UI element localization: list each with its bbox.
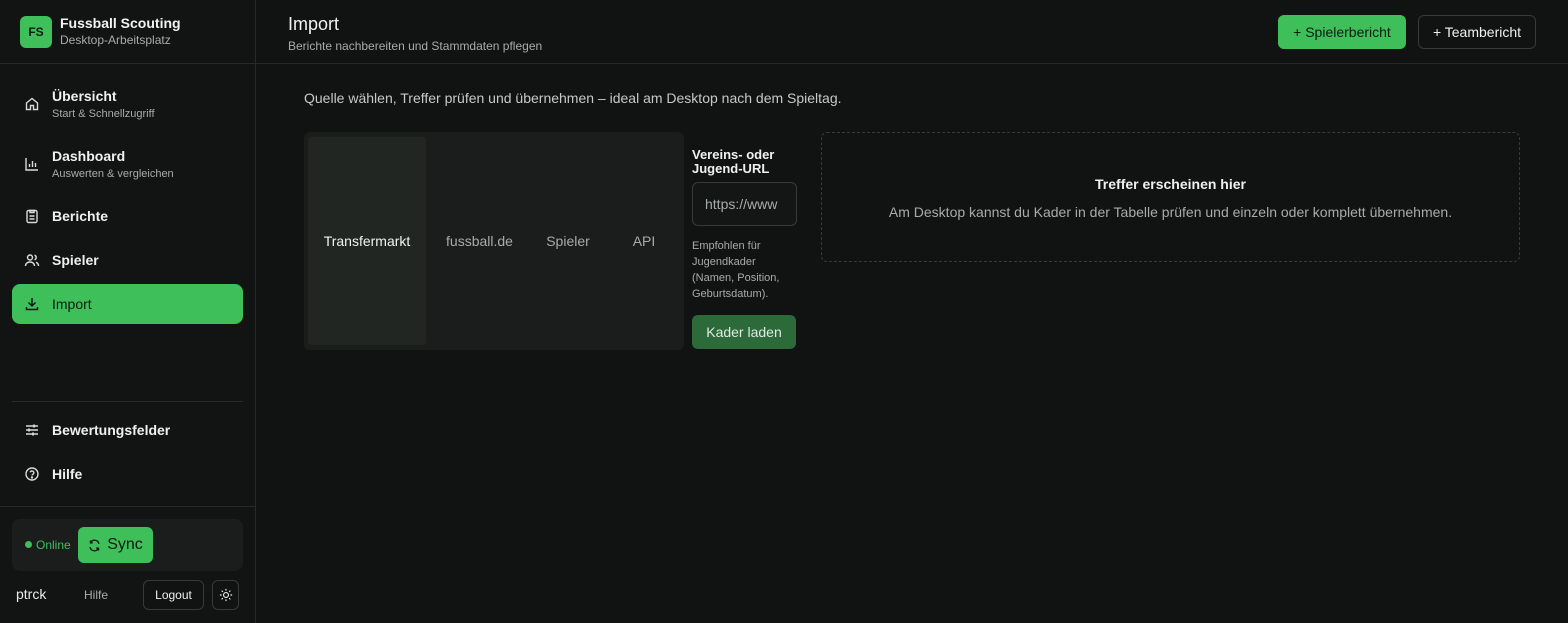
logout-button[interactable]: Logout: [143, 580, 204, 610]
theme-toggle-button[interactable]: [212, 580, 239, 610]
add-player-report-button[interactable]: + Spielerbericht: [1278, 15, 1406, 49]
sidebar-item-import[interactable]: Import: [12, 284, 243, 324]
brand-title: Fussball Scouting: [60, 15, 181, 31]
brand-logo: FS: [20, 15, 52, 48]
sidebar-item-label: Import: [52, 295, 92, 312]
url-input[interactable]: https://www: [692, 182, 797, 226]
footer-help-link[interactable]: Hilfe: [84, 588, 108, 602]
tab-fussball-de[interactable]: fussball.de: [432, 137, 527, 345]
tab-spieler[interactable]: Spieler: [532, 137, 604, 345]
sidebar-item-hilfe[interactable]: Hilfe: [12, 454, 243, 494]
sidebar: FS Fussball Scouting Desktop-Arbeitsplat…: [0, 0, 256, 623]
home-icon: [24, 96, 40, 112]
source-tabs: Transfermarkt fussball.de Spieler API: [304, 132, 684, 350]
sidebar-item-sublabel: Auswerten & vergleichen: [52, 167, 174, 180]
sidebar-item-bewertungsfelder[interactable]: Bewertungsfelder: [12, 410, 243, 450]
tab-api[interactable]: API: [610, 137, 678, 345]
clipboard-icon: [24, 208, 40, 224]
tab-transfermarkt[interactable]: Transfermarkt: [308, 137, 426, 345]
sun-icon: [219, 588, 233, 602]
sidebar-divider: [12, 401, 243, 402]
brand-subtitle: Desktop-Arbeitsplatz: [60, 33, 171, 47]
url-hint: Empfohlen für Jugendkader (Namen, Positi…: [692, 240, 780, 300]
url-field-label: Vereins- oder Jugend-URL: [692, 147, 775, 176]
online-indicator: [25, 541, 32, 548]
user-name: ptrck: [16, 586, 47, 602]
help-circle-icon: [24, 466, 40, 482]
sidebar-item-label: Spieler: [52, 251, 99, 268]
sidebar-item-sublabel: Start & Schnellzugriff: [52, 107, 155, 120]
refresh-icon: [88, 539, 101, 552]
sidebar-item-label: Berichte: [52, 207, 109, 224]
sync-status: Online Sync: [12, 519, 243, 571]
sidebar-item-spieler[interactable]: Spieler: [12, 240, 243, 280]
sync-button[interactable]: Sync: [78, 527, 153, 563]
bar-chart-icon: [24, 156, 40, 172]
results-placeholder: Treffer erscheinen hier Am Desktop kanns…: [821, 132, 1520, 262]
users-icon: [24, 252, 40, 268]
sidebar-item-label: Übersicht: [52, 87, 117, 104]
download-icon: [24, 296, 40, 312]
status-text: Online: [36, 538, 71, 552]
sidebar-item-berichte[interactable]: Berichte: [12, 196, 243, 236]
sidebar-item-dashboard[interactable]: Dashboard Auswerten & vergleichen: [12, 140, 243, 188]
sidebar-item-label: Hilfe: [52, 465, 83, 482]
sliders-icon: [24, 422, 40, 438]
page-header: Import Berichte nachbereiten und Stammda…: [256, 0, 1568, 64]
sidebar-item-label: Bewertungsfelder: [52, 421, 171, 438]
import-intro-text: Quelle wählen, Treffer prüfen und überne…: [304, 90, 842, 106]
results-subtitle: Am Desktop kannst du Kader in der Tabell…: [888, 204, 1453, 220]
sidebar-footer-divider: [0, 506, 255, 507]
sidebar-item-uebersicht[interactable]: Übersicht Start & Schnellzugriff: [12, 80, 243, 128]
load-squad-button[interactable]: Kader laden: [692, 315, 796, 349]
results-title: Treffer erscheinen hier: [1095, 176, 1246, 192]
sidebar-item-label: Dashboard: [52, 147, 126, 164]
page-title: Import: [288, 14, 340, 34]
add-team-report-button[interactable]: + Teambericht: [1418, 15, 1536, 49]
page-subtitle: Berichte nachbereiten und Stammdaten pfl…: [288, 39, 543, 53]
sync-label: Sync: [107, 536, 143, 553]
brand: FS Fussball Scouting Desktop-Arbeitsplat…: [0, 0, 255, 64]
